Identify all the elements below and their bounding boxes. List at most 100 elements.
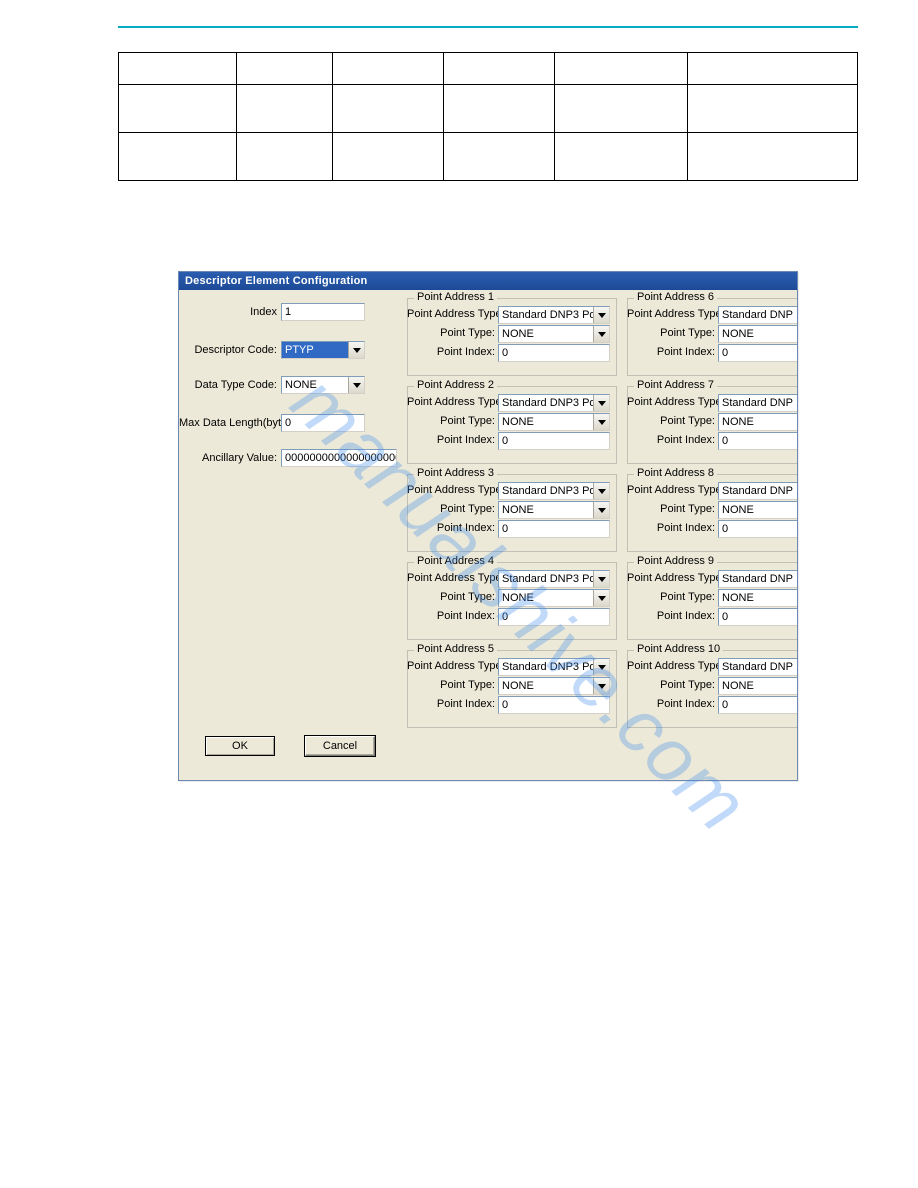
point-address-5-addr-type-label: Point Address Type: xyxy=(407,660,495,672)
point-address-6-point-index-label: Point Index: xyxy=(627,346,715,358)
point-address-9-point-type-field[interactable]: NONE xyxy=(718,589,798,607)
point-address-4-point-type-label: Point Type: xyxy=(407,591,495,603)
chevron-down-icon[interactable] xyxy=(593,307,609,323)
point-address-6-point-type-field[interactable]: NONE xyxy=(718,325,798,343)
point-address-3-legend: Point Address 3 xyxy=(414,467,497,479)
chevron-down-icon[interactable] xyxy=(593,502,609,518)
point-address-10-addr-type-label: Point Address Type: xyxy=(627,660,715,672)
point-address-2-addr-type-label: Point Address Type: xyxy=(407,396,495,408)
empty-table xyxy=(118,52,858,181)
index-label: Index xyxy=(179,306,277,318)
point-address-3-addr-type-combo[interactable]: Standard DNP3 Point xyxy=(498,482,610,500)
point-address-8-addr-type-field[interactable]: Standard DNP xyxy=(718,482,798,500)
point-address-6-legend: Point Address 6 xyxy=(634,291,717,303)
point-address-2-point-type-label: Point Type: xyxy=(407,415,495,427)
point-address-4-addr-type-combo[interactable]: Standard DNP3 Point xyxy=(498,570,610,588)
cancel-button[interactable]: Cancel xyxy=(305,736,375,756)
point-address-8-point-type-label: Point Type: xyxy=(627,503,715,515)
point-address-7-legend: Point Address 7 xyxy=(634,379,717,391)
point-address-6-addr-type-field[interactable]: Standard DNP xyxy=(718,306,798,324)
point-address-9-point-index-field[interactable]: 0 xyxy=(718,608,798,626)
chevron-down-icon[interactable] xyxy=(593,483,609,499)
point-address-2-legend: Point Address 2 xyxy=(414,379,497,391)
point-address-7-point-index-label: Point Index: xyxy=(627,434,715,446)
point-address-3-point-index-field[interactable]: 0 xyxy=(498,520,610,538)
chevron-down-icon[interactable] xyxy=(593,326,609,342)
point-address-9-addr-type-field[interactable]: Standard DNP xyxy=(718,570,798,588)
point-address-8-addr-type-label: Point Address Type: xyxy=(627,484,715,496)
chevron-down-icon[interactable] xyxy=(593,414,609,430)
point-address-3-point-type-combo[interactable]: NONE xyxy=(498,501,610,519)
max-data-length-field[interactable]: 0 xyxy=(281,414,365,432)
point-address-3-addr-type-label: Point Address Type: xyxy=(407,484,495,496)
point-address-3-point-type-label: Point Type: xyxy=(407,503,495,515)
point-address-4-legend: Point Address 4 xyxy=(414,555,497,567)
point-address-4-addr-type-label: Point Address Type: xyxy=(407,572,495,584)
ancillary-value-label: Ancillary Value: xyxy=(179,452,277,464)
point-address-7-addr-type-field[interactable]: Standard DNP xyxy=(718,394,798,412)
descriptor-code-combo[interactable]: PTYP xyxy=(281,341,365,359)
point-address-10-addr-type-field[interactable]: Standard DNP xyxy=(718,658,798,676)
point-address-8-point-type-field[interactable]: NONE xyxy=(718,501,798,519)
chevron-down-icon[interactable] xyxy=(593,395,609,411)
point-address-2-point-index-label: Point Index: xyxy=(407,434,495,446)
max-data-length-label: Max Data Length(bytes): xyxy=(179,417,277,429)
dialog-titlebar: Descriptor Element Configuration xyxy=(179,272,797,290)
point-address-8-legend: Point Address 8 xyxy=(634,467,717,479)
point-address-5-point-type-label: Point Type: xyxy=(407,679,495,691)
point-address-9-legend: Point Address 9 xyxy=(634,555,717,567)
point-address-10-point-type-field[interactable]: NONE xyxy=(718,677,798,695)
point-address-4-point-index-label: Point Index: xyxy=(407,610,495,622)
point-address-10-point-type-label: Point Type: xyxy=(627,679,715,691)
point-address-10-legend: Point Address 10 xyxy=(634,643,723,655)
point-address-1-point-type-label: Point Type: xyxy=(407,327,495,339)
point-address-7-point-type-label: Point Type: xyxy=(627,415,715,427)
index-field[interactable]: 1 xyxy=(281,303,365,321)
point-address-9-point-index-label: Point Index: xyxy=(627,610,715,622)
point-address-1-point-index-field[interactable]: 0 xyxy=(498,344,610,362)
point-address-8-point-index-field[interactable]: 0 xyxy=(718,520,798,538)
data-type-code-combo[interactable]: NONE xyxy=(281,376,365,394)
data-type-code-label: Data Type Code: xyxy=(179,379,277,391)
table-row xyxy=(119,53,858,85)
point-address-6-addr-type-label: Point Address Type: xyxy=(627,308,715,320)
point-address-5-legend: Point Address 5 xyxy=(414,643,497,655)
point-address-5-point-index-label: Point Index: xyxy=(407,698,495,710)
page-top-rule xyxy=(118,26,858,28)
table-row xyxy=(119,133,858,181)
point-address-9-point-type-label: Point Type: xyxy=(627,591,715,603)
point-address-2-addr-type-combo[interactable]: Standard DNP3 Point xyxy=(498,394,610,412)
point-address-3-point-index-label: Point Index: xyxy=(407,522,495,534)
point-address-2-point-index-field[interactable]: 0 xyxy=(498,432,610,450)
table-row xyxy=(119,85,858,133)
point-address-6-point-type-label: Point Type: xyxy=(627,327,715,339)
descriptor-code-label: Descriptor Code: xyxy=(179,344,277,356)
point-address-7-point-type-field[interactable]: NONE xyxy=(718,413,798,431)
point-address-5-point-index-field[interactable]: 0 xyxy=(498,696,610,714)
point-address-1-addr-type-label: Point Address Type: xyxy=(407,308,495,320)
point-address-10-point-index-field[interactable]: 0 xyxy=(718,696,798,714)
point-address-4-point-index-field[interactable]: 0 xyxy=(498,608,610,626)
chevron-down-icon[interactable] xyxy=(593,678,609,694)
point-address-7-point-index-field[interactable]: 0 xyxy=(718,432,798,450)
chevron-down-icon[interactable] xyxy=(348,342,364,358)
chevron-down-icon[interactable] xyxy=(593,571,609,587)
point-address-1-addr-type-combo[interactable]: Standard DNP3 Point xyxy=(498,306,610,324)
point-address-6-point-index-field[interactable]: 0 xyxy=(718,344,798,362)
point-address-1-legend: Point Address 1 xyxy=(414,291,497,303)
chevron-down-icon[interactable] xyxy=(593,590,609,606)
dialog-window: Descriptor Element Configuration Index 1 D… xyxy=(178,271,798,781)
chevron-down-icon[interactable] xyxy=(593,659,609,675)
point-address-8-point-index-label: Point Index: xyxy=(627,522,715,534)
point-address-1-point-type-combo[interactable]: NONE xyxy=(498,325,610,343)
point-address-5-point-type-combo[interactable]: NONE xyxy=(498,677,610,695)
ok-button[interactable]: OK xyxy=(205,736,275,756)
chevron-down-icon[interactable] xyxy=(348,377,364,393)
point-address-4-point-type-combo[interactable]: NONE xyxy=(498,589,610,607)
point-address-10-point-index-label: Point Index: xyxy=(627,698,715,710)
point-address-5-addr-type-combo[interactable]: Standard DNP3 Point xyxy=(498,658,610,676)
point-address-2-point-type-combo[interactable]: NONE xyxy=(498,413,610,431)
point-address-9-addr-type-label: Point Address Type: xyxy=(627,572,715,584)
point-address-1-point-index-label: Point Index: xyxy=(407,346,495,358)
ancillary-value-field[interactable]: 00000000000000000000000000 xyxy=(281,449,397,467)
